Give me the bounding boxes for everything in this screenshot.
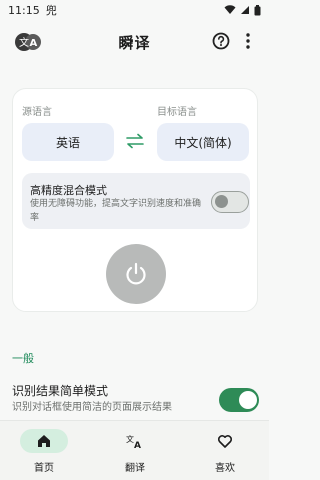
power-icon xyxy=(126,262,146,285)
heart-icon xyxy=(217,435,233,448)
target-language-label: 目标语言 xyxy=(157,107,197,118)
nav-active-indicator xyxy=(20,429,68,453)
source-language-selector[interactable]: 英语 xyxy=(22,123,114,161)
power-button[interactable] xyxy=(106,244,166,304)
hd-mode-description: 使用无障碍功能，提高文字识别速度和准确率 xyxy=(30,199,202,223)
battery-icon xyxy=(254,4,261,15)
translate-icon: 文 A xyxy=(126,434,141,449)
translator-card: 源语言 目标语言 英语 中文(简体) 高精度混合模式 使用无障碍功能，提高文字识… xyxy=(12,88,258,312)
nav-item-favorites[interactable]: 喜欢 xyxy=(195,429,255,475)
hd-mode-title: 高精度混合模式 xyxy=(30,184,107,197)
svg-text:A: A xyxy=(30,38,38,49)
svg-text:文: 文 xyxy=(19,36,29,49)
nav-icon-wrap xyxy=(201,429,249,453)
bottom-nav: 首页 文 A 翻译 喜欢 xyxy=(0,420,269,480)
simple-mode-description: 识别对话框使用简洁的页面展示结果 xyxy=(12,402,172,413)
simple-mode-toggle[interactable] xyxy=(219,388,259,412)
status-time: 11:15 xyxy=(8,3,40,17)
status-icons xyxy=(224,4,261,16)
page-title: 瞬译 xyxy=(118,33,151,52)
more-vert-icon[interactable] xyxy=(241,32,255,50)
wifi-icon xyxy=(224,5,236,14)
section-label-general: 一般 xyxy=(12,352,34,365)
target-language-selector[interactable]: 中文(简体) xyxy=(157,123,249,161)
toggle-knob xyxy=(215,195,228,208)
svg-text:A: A xyxy=(134,441,141,449)
nav-label-translate: 翻译 xyxy=(125,463,145,474)
target-language-value: 中文(简体) xyxy=(174,135,232,150)
help-icon[interactable] xyxy=(212,32,230,50)
swap-arrows-icon[interactable] xyxy=(124,133,146,149)
svg-text:文: 文 xyxy=(126,434,134,444)
nav-icon-wrap: 文 A xyxy=(111,429,159,453)
hd-mode-toggle[interactable] xyxy=(211,191,249,213)
nav-item-home[interactable]: 首页 xyxy=(14,429,74,475)
signal-icon xyxy=(241,6,249,14)
nav-label-favorites: 喜欢 xyxy=(215,463,235,474)
nav-item-translate[interactable]: 文 A 翻译 xyxy=(105,429,165,475)
notification-icon: 兜 xyxy=(45,4,57,17)
translate-logo-icon[interactable]: 文 A xyxy=(14,30,42,54)
source-language-label: 源语言 xyxy=(22,107,52,118)
app-bar: 文 A 瞬译 xyxy=(0,26,269,58)
toggle-knob xyxy=(239,391,257,409)
nav-label-home: 首页 xyxy=(34,463,54,474)
home-icon xyxy=(38,435,50,447)
source-language-value: 英语 xyxy=(55,135,80,150)
status-bar: 11:15 兜 xyxy=(0,0,269,20)
hd-mode-panel: 高精度混合模式 使用无障碍功能，提高文字识别速度和准确率 xyxy=(22,173,250,229)
simple-mode-title: 识别结果简单模式 xyxy=(12,384,109,398)
